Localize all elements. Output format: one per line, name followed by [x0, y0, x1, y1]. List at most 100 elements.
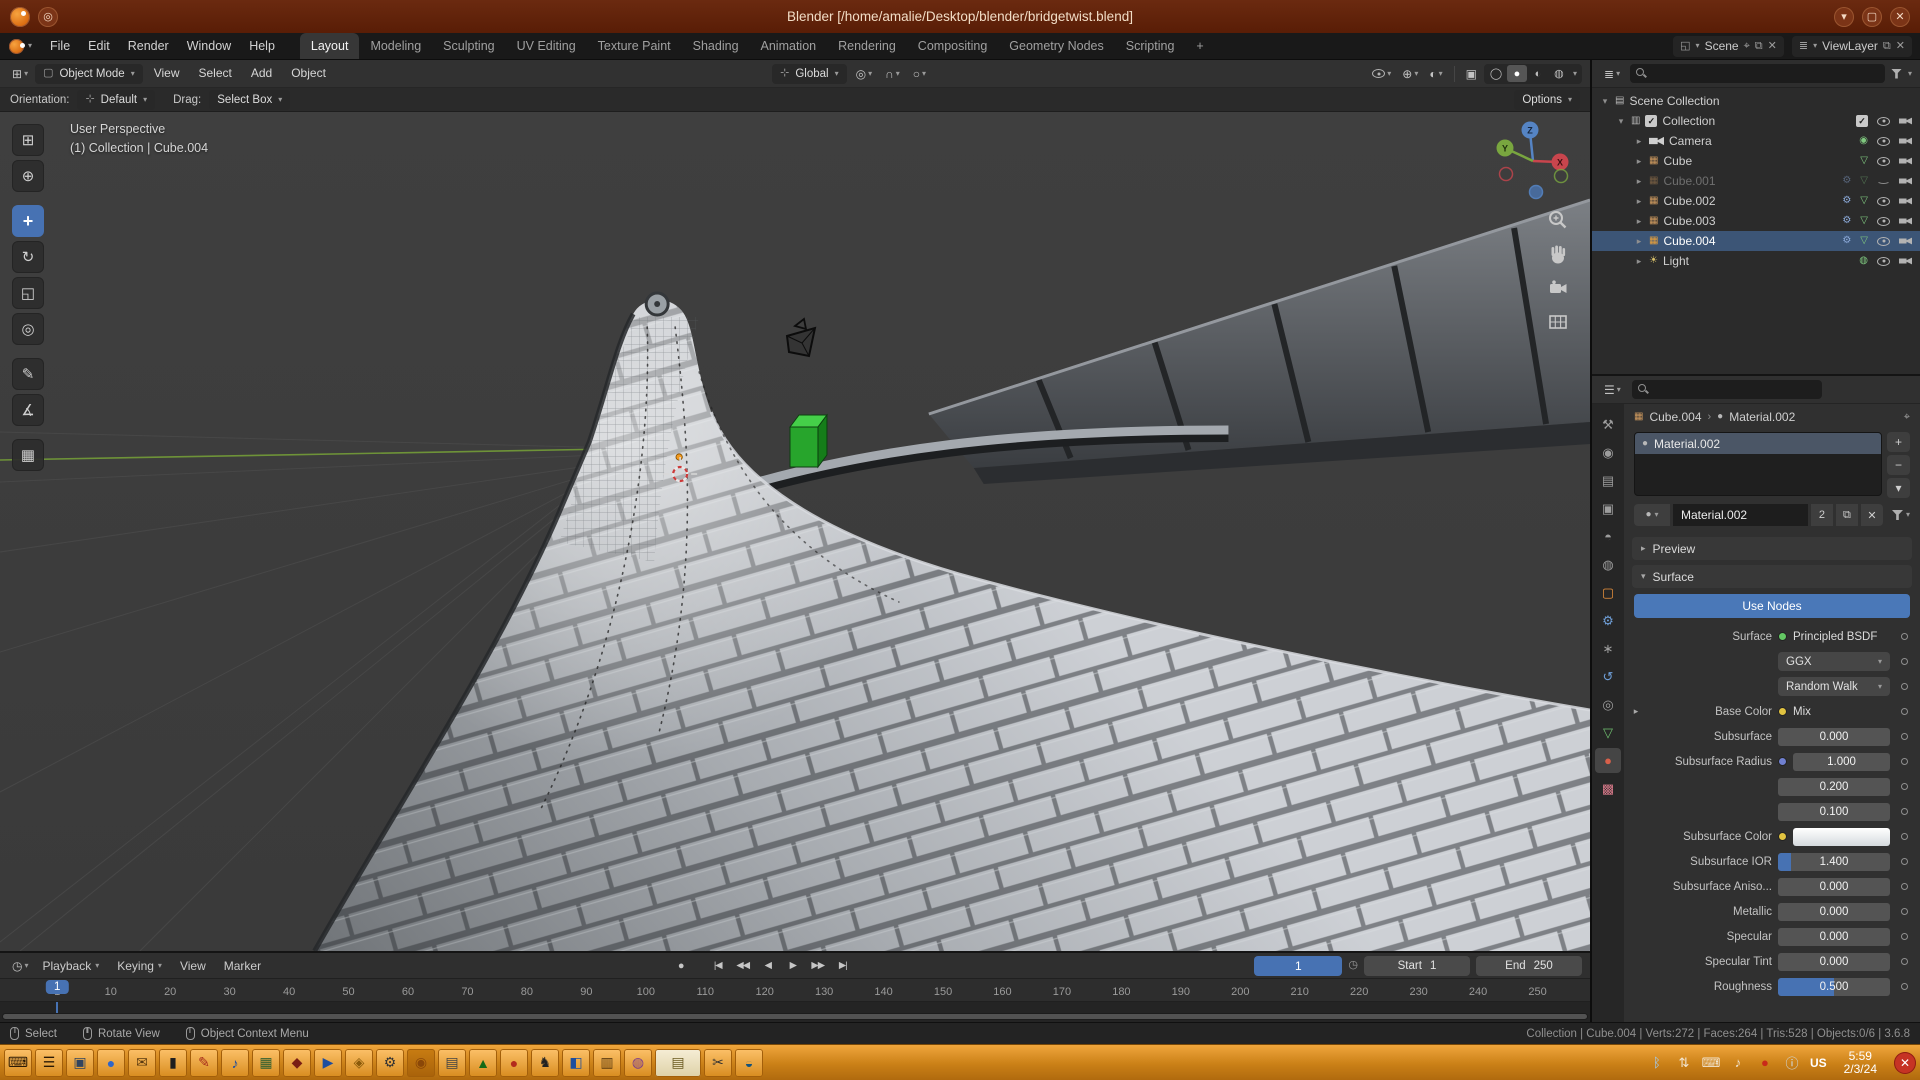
close-button[interactable]: ✕ — [1890, 7, 1910, 27]
subsurface-field[interactable]: 0.000 — [1778, 728, 1890, 746]
clock[interactable]: 5:59 2/3/24 — [1844, 1050, 1877, 1076]
outliner-row-light[interactable]: ▸ ☀ Light ◍ — [1592, 251, 1920, 271]
render-visibility-icon[interactable] — [1899, 157, 1912, 166]
tray-bluetooth-icon[interactable]: ᛒ — [1648, 1055, 1666, 1070]
animate-dot[interactable] — [1901, 858, 1908, 865]
timeline-editor-type-button[interactable]: ◷▾ — [8, 956, 33, 976]
pan-hand-icon[interactable] — [1546, 242, 1570, 266]
outliner-item-label[interactable]: Cube.002 — [1663, 194, 1715, 208]
base-color-link[interactable]: Mix — [1793, 706, 1811, 718]
link-dropdown-caret[interactable]: ▾ — [1906, 511, 1910, 519]
use-nodes-button[interactable]: Use Nodes — [1634, 594, 1910, 618]
animate-dot[interactable] — [1901, 708, 1908, 715]
subsurface-color-swatch[interactable] — [1793, 828, 1890, 846]
tab-world[interactable]: ◍ — [1595, 552, 1621, 577]
outliner-item-label[interactable]: Cube.004 — [1663, 234, 1715, 248]
app-menu-icon[interactable]: ◎ — [38, 7, 58, 27]
auto-key-toggle[interactable]: ● — [669, 956, 692, 975]
outliner-item-label[interactable]: Scene Collection — [1629, 94, 1719, 108]
options-dropdown[interactable]: Options▾ — [1514, 90, 1580, 110]
taskbar-item-app-18[interactable]: ♞ — [531, 1049, 559, 1077]
menu-view[interactable]: View — [172, 959, 214, 973]
view-object-types-dropdown[interactable]: ▾ — [1368, 64, 1395, 84]
gizmo-y-label[interactable]: Y — [1502, 144, 1508, 154]
menu-help[interactable]: Help — [240, 33, 284, 59]
tab-render[interactable]: ◉ — [1595, 440, 1621, 465]
gizmo-x-label[interactable]: X — [1557, 158, 1563, 168]
hide-eye-icon[interactable] — [1877, 257, 1890, 266]
timeline-scrollbar[interactable] — [2, 1013, 1588, 1020]
maximize-button[interactable]: ▢ — [1862, 7, 1882, 27]
animate-dot[interactable] — [1901, 758, 1908, 765]
users-count-button[interactable]: 2 — [1811, 504, 1833, 526]
shading-wireframe-button[interactable]: ◯ — [1486, 65, 1506, 82]
animate-dot[interactable] — [1901, 808, 1908, 815]
disclosure-icon[interactable]: ▾ — [1600, 96, 1610, 107]
hide-eye-icon[interactable] — [1877, 137, 1890, 146]
taskbar-item-app-10[interactable]: ◆ — [283, 1049, 311, 1077]
roughness-slider[interactable]: 0.500 — [1778, 978, 1890, 996]
mode-dropdown[interactable]: ▢ Object Mode▾ — [35, 64, 143, 84]
filter-icon[interactable] — [1891, 69, 1902, 79]
minimize-button[interactable]: ▾ — [1834, 7, 1854, 27]
outliner-row-cube-001[interactable]: ▸ ▦ Cube.001 ⚙ ▽ — [1592, 171, 1920, 191]
tab-material[interactable]: ● — [1595, 748, 1621, 773]
timeline-ruler[interactable]: 1 11020304050607080901001101201301401501… — [0, 979, 1590, 1002]
preview-panel-header[interactable]: ▸ Preview — [1632, 537, 1912, 560]
tab-layout[interactable]: Layout — [300, 33, 360, 59]
tab-uv-editing[interactable]: UV Editing — [506, 33, 587, 59]
tool-rotate[interactable]: ↻ — [12, 241, 44, 273]
tray-recorder-icon[interactable]: ● — [1756, 1055, 1774, 1070]
add-workspace-button[interactable]: + — [1185, 33, 1214, 59]
orthographic-grid-icon[interactable] — [1546, 310, 1570, 334]
taskbar-item-app-14[interactable]: ◉ — [407, 1049, 435, 1077]
radius-y-field[interactable]: 0.200 — [1778, 778, 1890, 796]
sss-method-dropdown[interactable]: Random Walk▾ — [1778, 677, 1890, 696]
tab-physics[interactable]: ↺ — [1595, 664, 1621, 689]
zoom-icon[interactable] — [1546, 208, 1570, 232]
tab-compositing[interactable]: Compositing — [907, 33, 998, 59]
tab-scripting[interactable]: Scripting — [1115, 33, 1186, 59]
outliner-row-cube-003[interactable]: ▸ ▦ Cube.003 ⚙ ▽ — [1592, 211, 1920, 231]
render-visibility-icon[interactable] — [1899, 177, 1912, 186]
current-frame-field[interactable]: 1 — [1254, 956, 1342, 976]
scene-selector[interactable]: ◱ ▾ Scene ⌖ ⧉ ✕ — [1673, 36, 1784, 57]
menu-keying[interactable]: Keying▾ — [109, 959, 170, 973]
disclosure-icon[interactable]: ▸ — [1634, 236, 1644, 247]
next-keyframe-button[interactable]: ▶▶ — [806, 956, 829, 975]
animate-dot[interactable] — [1901, 883, 1908, 890]
hide-eye-icon[interactable] — [1877, 178, 1890, 184]
taskbar-item-app-23[interactable]: ✂ — [704, 1049, 732, 1077]
taskbar-item-app-7[interactable]: ✎ — [190, 1049, 218, 1077]
outliner-row-cube-004[interactable]: ▸ ▦ Cube.004 ⚙ ▽ — [1592, 231, 1920, 251]
taskbar-item-app-1[interactable]: ⌨ — [4, 1049, 32, 1077]
taskbar-item-app-20[interactable]: ▥ — [593, 1049, 621, 1077]
viewlayer-selector[interactable]: ≣ ▾ ViewLayer ⧉ ✕ — [1792, 36, 1912, 57]
play-button[interactable]: ▶ — [781, 956, 804, 975]
tab-geometry-nodes[interactable]: Geometry Nodes — [998, 33, 1114, 59]
overlays-dropdown[interactable]: ◐▾ — [1425, 64, 1446, 84]
outliner-search-input[interactable] — [1630, 64, 1885, 83]
pin-icon[interactable]: ⌖ — [1744, 41, 1750, 52]
expand-icon[interactable]: ▸ — [1628, 706, 1644, 717]
tool-add-cube[interactable]: ▦ — [12, 439, 44, 471]
taskbar-item-app-3[interactable]: ▣ — [66, 1049, 94, 1077]
animate-dot[interactable] — [1901, 658, 1908, 665]
collection-checkbox[interactable] — [1645, 115, 1657, 127]
slot-specials-button[interactable]: ▾ — [1887, 478, 1910, 498]
menu-file[interactable]: File — [41, 33, 79, 59]
disclosure-icon[interactable]: ▸ — [1634, 156, 1644, 167]
taskbar-item-app-19[interactable]: ◧ — [562, 1049, 590, 1077]
tab-modeling[interactable]: Modeling — [359, 33, 432, 59]
menu-marker[interactable]: Marker — [216, 959, 269, 973]
remove-slot-button[interactable]: − — [1887, 455, 1910, 475]
properties-search-input[interactable] — [1632, 380, 1822, 399]
taskbar-item-app-9[interactable]: ▦ — [252, 1049, 280, 1077]
tool-move[interactable]: + — [12, 205, 44, 237]
metallic-field[interactable]: 0.000 — [1778, 903, 1890, 921]
tab-texture-paint[interactable]: Texture Paint — [587, 33, 682, 59]
menu-playback[interactable]: Playback▾ — [35, 959, 108, 973]
pin-icon[interactable]: ⌖ — [1904, 412, 1910, 423]
surface-panel-header[interactable]: ▾ Surface — [1632, 565, 1912, 588]
menu-render[interactable]: Render — [119, 33, 178, 59]
